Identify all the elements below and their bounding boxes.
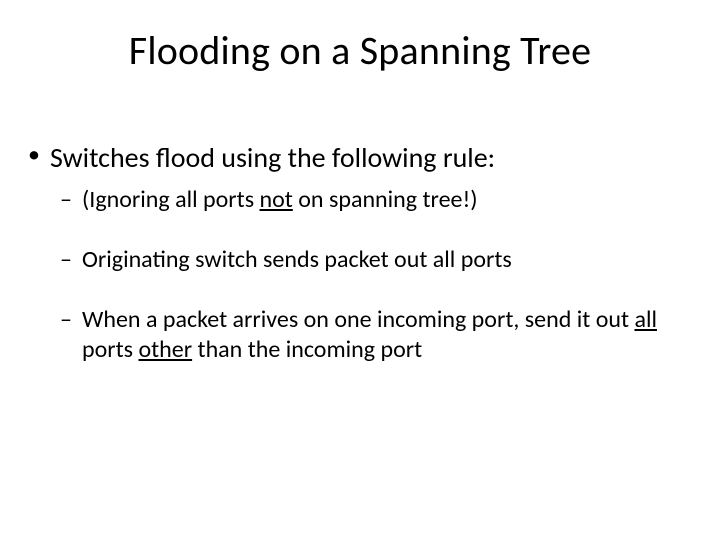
bullet-text-mid: ports bbox=[82, 335, 138, 364]
bullet-text-post: than the incoming port bbox=[192, 335, 422, 364]
bullet-text-underline: not bbox=[260, 185, 293, 214]
bullet-text-underline: other bbox=[138, 335, 192, 364]
bullet-text: Originating switch sends packet out all … bbox=[82, 245, 512, 274]
bullet-level2: When a packet arrives on one incoming po… bbox=[60, 305, 692, 365]
bullet-text-underline: all bbox=[634, 305, 657, 334]
bullet-text-post: on spanning tree!) bbox=[293, 185, 478, 214]
slide-body: Switches flood using the following rule:… bbox=[28, 140, 692, 365]
bullet-text-pre: (Ignoring all ports bbox=[82, 185, 260, 214]
bullet-level2: (Ignoring all ports not on spanning tree… bbox=[60, 185, 692, 215]
bullet-text-pre: When a packet arrives on one incoming po… bbox=[82, 305, 634, 334]
bullet-text: Switches flood using the following rule: bbox=[50, 140, 495, 175]
slide: Flooding on a Spanning Tree Switches flo… bbox=[0, 0, 720, 540]
slide-title: Flooding on a Spanning Tree bbox=[0, 26, 720, 75]
bullet-level1: Switches flood using the following rule: bbox=[28, 140, 692, 175]
bullet-level2: Originating switch sends packet out all … bbox=[60, 245, 692, 275]
